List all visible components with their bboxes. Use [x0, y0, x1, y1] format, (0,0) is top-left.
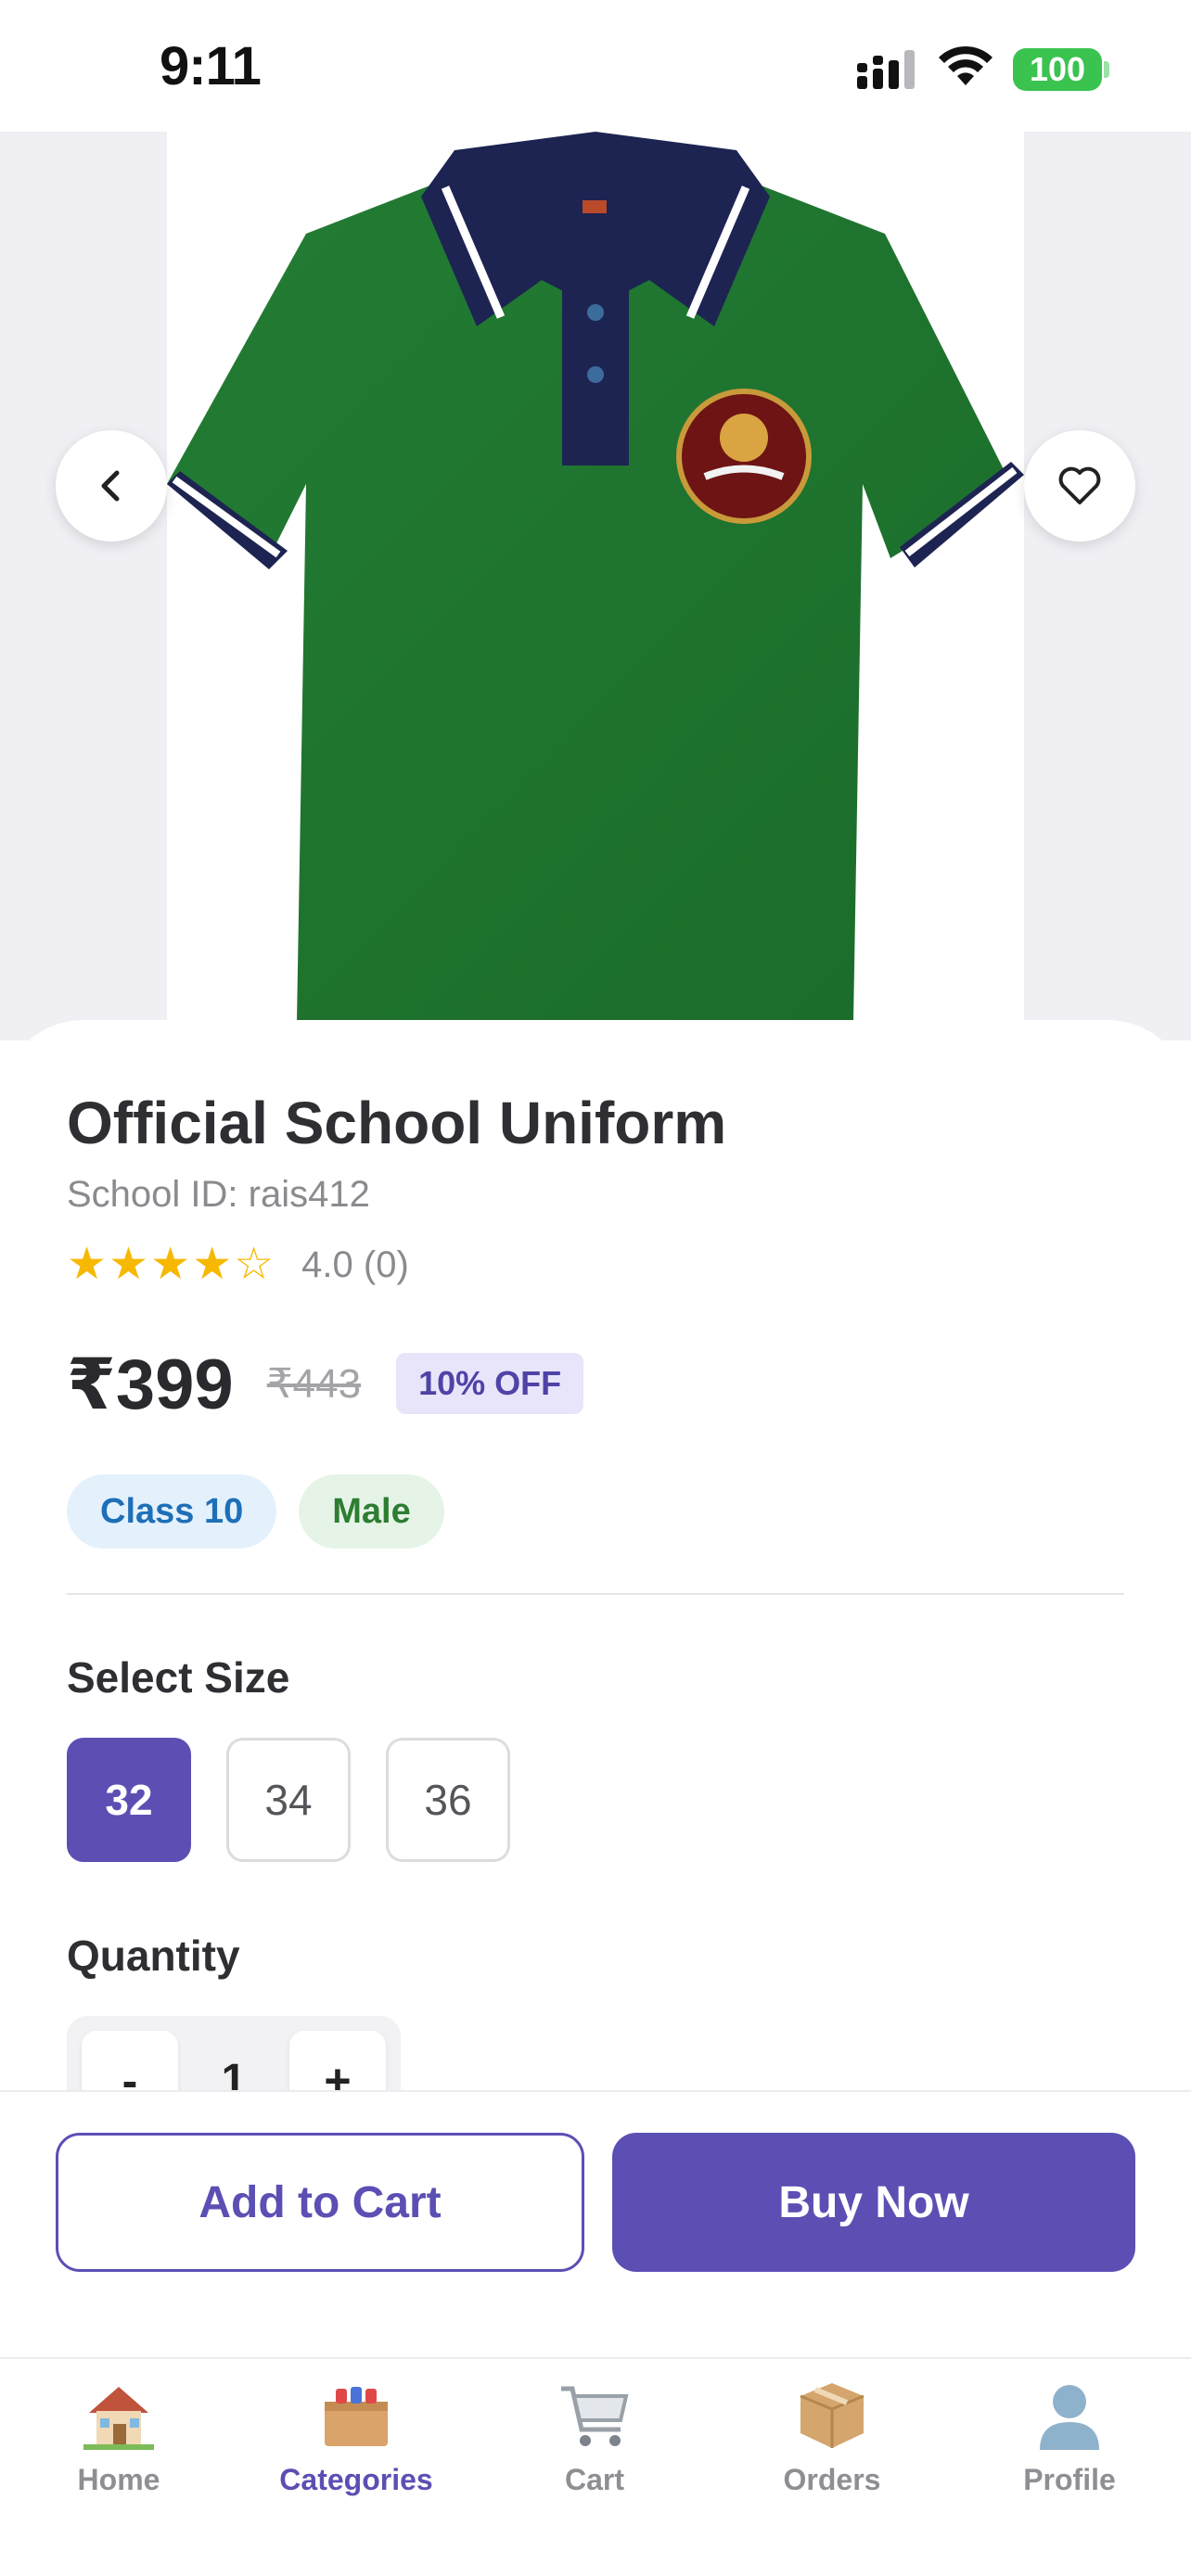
school-id: School ID: rais412: [67, 1174, 370, 1215]
battery-tip: [1104, 61, 1109, 78]
tab-categories[interactable]: Categories: [263, 2368, 449, 2507]
wishlist-button[interactable]: [1024, 430, 1135, 542]
size-option-32[interactable]: 32: [67, 1738, 191, 1862]
tab-cart[interactable]: Cart: [502, 2368, 687, 2507]
bottom-tab-bar: Home Categories Cart Orders Profile: [0, 2357, 1191, 2576]
signal-icon: [857, 50, 915, 89]
home-icon: [83, 2387, 154, 2450]
quantity-increment-button[interactable]: +: [289, 2031, 386, 2090]
product-image-area: [0, 132, 1191, 1040]
divider: [67, 1593, 1124, 1595]
star-filled-icon: ★: [109, 1240, 149, 1289]
quantity-stepper: - 1 +: [67, 2016, 401, 2090]
heart-icon: [1058, 466, 1101, 504]
size-options: 32 34 36: [67, 1738, 545, 1862]
battery-indicator: 100: [1013, 48, 1102, 91]
tab-categories-label: Categories: [279, 2463, 433, 2496]
size-option-34[interactable]: 34: [226, 1738, 351, 1862]
wifi-icon: [939, 45, 992, 85]
action-bar: Add to Cart Buy Now: [0, 2090, 1191, 2357]
quantity-value: 1: [221, 2056, 247, 2090]
buy-now-button[interactable]: Buy Now: [612, 2133, 1135, 2272]
quantity-title: Quantity: [67, 1932, 240, 1980]
tab-profile[interactable]: Profile: [977, 2368, 1162, 2507]
tab-home-label: Home: [77, 2463, 160, 2496]
back-button[interactable]: [56, 430, 167, 542]
orders-icon: [800, 2383, 864, 2448]
tab-orders-label: Orders: [783, 2463, 881, 2496]
star-filled-icon: ★: [67, 1240, 108, 1289]
chevron-left-icon: [101, 470, 120, 502]
quantity-decrement-button[interactable]: -: [82, 2031, 178, 2090]
star-filled-icon: ★: [192, 1240, 233, 1289]
tab-orders[interactable]: Orders: [739, 2368, 925, 2507]
star-filled-icon: ★: [150, 1240, 191, 1289]
star-empty-icon: ☆: [234, 1240, 275, 1289]
rating-text: 4.0 (0): [301, 1243, 409, 1285]
gender-tag: Male: [299, 1474, 444, 1549]
status-time: 9:11: [160, 36, 262, 96]
product-image: [167, 132, 1024, 1022]
status-bar: 9:11 100: [0, 0, 1191, 132]
class-tag: Class 10: [67, 1474, 277, 1549]
tab-home[interactable]: Home: [26, 2368, 211, 2507]
original-price: ₹443: [266, 1360, 362, 1407]
product-title: Official School Uniform: [67, 1090, 727, 1156]
price-row: ₹399 ₹443 10% OFF: [67, 1335, 584, 1432]
price: ₹399: [67, 1345, 234, 1424]
tab-cart-label: Cart: [564, 2463, 624, 2496]
product-details-sheet: Official School Uniform School ID: rais4…: [0, 1020, 1191, 2090]
tab-profile-label: Profile: [1023, 2463, 1116, 2496]
rating-stars: ★ ★ ★ ★ ☆: [67, 1243, 275, 1287]
shirt-illustration: [167, 132, 1024, 1022]
select-size-title: Select Size: [67, 1653, 290, 1702]
rating-row: ★ ★ ★ ★ ☆ 4.0 (0): [67, 1239, 409, 1291]
tags-row: Class 10 Male: [67, 1474, 467, 1549]
add-to-cart-button[interactable]: Add to Cart: [56, 2133, 584, 2272]
profile-icon: [1040, 2385, 1099, 2450]
size-option-36[interactable]: 36: [386, 1738, 510, 1862]
cart-icon: [561, 2386, 629, 2446]
categories-icon: [325, 2387, 388, 2446]
discount-badge: 10% OFF: [396, 1353, 584, 1414]
